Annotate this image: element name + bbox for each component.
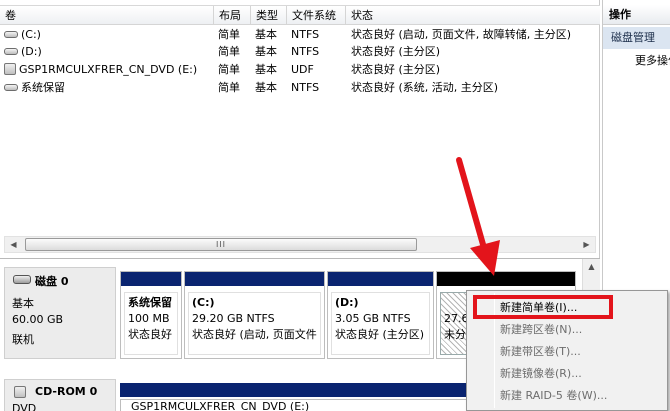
volume-list-pane: 卷 布局 类型 文件系统 状态 (C:) 简单 基本 NTFS 状态良好 (启动… bbox=[0, 0, 600, 258]
disk-0-name: 磁盘 0 bbox=[35, 275, 69, 288]
partition-size: 100 MB bbox=[128, 312, 170, 325]
column-header-filesystem-label: 文件系统 bbox=[292, 9, 336, 22]
cdrom-0-name: CD-ROM 0 bbox=[35, 385, 98, 398]
menu-item-new-raid5-volume: 新建 RAID-5 卷(W)... bbox=[500, 389, 608, 402]
volume-type: 基本 bbox=[255, 63, 277, 76]
column-header-layout[interactable]: 布局 bbox=[214, 6, 251, 25]
partition-c[interactable]: (C:) 29.20 GB NTFS 状态良好 (启动, 页面文件 bbox=[184, 271, 325, 359]
volume-row-c[interactable]: (C:) 简单 基本 NTFS 状态良好 (启动, 页面文件, 故障转储, 主分… bbox=[0, 26, 600, 44]
partition-body: (D:) 3.05 GB NTFS 状态良好 (主分区) bbox=[331, 292, 430, 355]
column-header-volume[interactable]: 卷 bbox=[0, 6, 214, 25]
menu-item-new-spanned-volume: 新建跨区卷(N)... bbox=[500, 323, 583, 336]
volume-layout: 简单 bbox=[218, 63, 240, 76]
horizontal-scrollbar-thumb[interactable]: III bbox=[25, 238, 417, 251]
partition-status: 状态良好 bbox=[128, 328, 172, 341]
volume-status: 状态良好 (主分区) bbox=[351, 63, 441, 76]
volume-row-system-reserved[interactable]: 系统保留 简单 基本 NTFS 状态良好 (系统, 活动, 主分区) bbox=[0, 79, 600, 97]
volume-row-d[interactable]: (D:) 简单 基本 NTFS 状态良好 (主分区) bbox=[0, 43, 600, 61]
disk-0-state: 联机 bbox=[12, 333, 34, 346]
volume-type: 基本 bbox=[255, 45, 277, 58]
scroll-left-arrow-icon[interactable]: ◀ bbox=[5, 237, 22, 252]
partition-bar bbox=[121, 272, 181, 288]
column-header-type[interactable]: 类型 bbox=[251, 6, 287, 25]
volume-name: (D:) bbox=[21, 45, 42, 58]
hard-drive-icon bbox=[4, 47, 18, 55]
partition-d[interactable]: (D:) 3.05 GB NTFS 状态良好 (主分区) bbox=[327, 271, 434, 359]
disk-0-kind: 基本 bbox=[12, 297, 34, 310]
grip-icon: III bbox=[215, 240, 227, 249]
volume-name-cell: (C:) bbox=[4, 26, 214, 44]
volume-status: 状态良好 (主分区) bbox=[351, 45, 441, 58]
action-pane-title: 操作 bbox=[603, 5, 670, 25]
volume-filesystem: NTFS bbox=[291, 45, 320, 58]
volume-type: 基本 bbox=[255, 81, 277, 94]
scroll-up-arrow-icon[interactable]: ▲ bbox=[583, 259, 600, 274]
partition-system-reserved[interactable]: 系统保留 100 MB 状态良好 bbox=[120, 271, 182, 359]
column-header-layout-label: 布局 bbox=[219, 9, 241, 22]
partition-size: 29.20 GB NTFS bbox=[192, 312, 275, 325]
cd-drive-icon bbox=[4, 63, 16, 75]
volume-name-cell: (D:) bbox=[4, 43, 214, 61]
partition-bar bbox=[185, 272, 324, 288]
volume-layout: 简单 bbox=[218, 28, 240, 41]
volume-status: 状态良好 (启动, 页面文件, 故障转储, 主分区) bbox=[351, 28, 572, 41]
partition-name: (D:) bbox=[335, 296, 359, 309]
column-header-volume-label: 卷 bbox=[5, 9, 16, 22]
cdrom-0-kind: DVD bbox=[12, 402, 37, 411]
menu-item-new-simple-volume[interactable]: 新建简单卷(I)... bbox=[469, 297, 665, 319]
volume-type: 基本 bbox=[255, 28, 277, 41]
disk-0-size: 60.00 GB bbox=[12, 313, 64, 326]
volume-name-cell: 系统保留 bbox=[4, 79, 214, 97]
disk-0-header[interactable]: 磁盘 0 基本 60.00 GB 联机 bbox=[4, 267, 116, 359]
cdrom-0-header[interactable]: CD-ROM 0 DVD bbox=[4, 379, 116, 411]
column-header-status[interactable]: 状态 bbox=[346, 6, 600, 25]
volume-name: 系统保留 bbox=[21, 81, 65, 94]
menu-item-new-striped-volume: 新建带区卷(T)... bbox=[500, 345, 581, 358]
volume-filesystem: NTFS bbox=[291, 28, 320, 41]
partition-status: 状态良好 (启动, 页面文件 bbox=[192, 328, 317, 341]
volume-name-cell: GSP1RMCULXFRER_CN_DVD (E:) bbox=[4, 61, 214, 79]
partition-body: (C:) 29.20 GB NTFS 状态良好 (启动, 页面文件 bbox=[188, 292, 321, 355]
cdrom-volume-label: GSP1RMCULXFRER_CN_DVD (E:) bbox=[131, 400, 310, 411]
hard-disk-icon bbox=[13, 275, 31, 284]
volume-layout: 简单 bbox=[218, 81, 240, 94]
context-menu: 新建简单卷(I)... 新建跨区卷(N)... 新建带区卷(T)... 新建镜像… bbox=[466, 290, 668, 411]
volume-name: GSP1RMCULXFRER_CN_DVD (E:) bbox=[19, 63, 198, 76]
volume-layout: 简单 bbox=[218, 45, 240, 58]
volume-filesystem: NTFS bbox=[291, 81, 320, 94]
column-header-status-label: 状态 bbox=[351, 9, 373, 22]
partition-name: (C:) bbox=[192, 296, 215, 309]
volume-status: 状态良好 (系统, 活动, 主分区) bbox=[351, 81, 499, 94]
menu-item-new-mirrored-volume: 新建镜像卷(R)... bbox=[500, 367, 582, 380]
horizontal-scrollbar[interactable]: ◀ III ▶ bbox=[4, 236, 596, 253]
volume-list-header: 卷 布局 类型 文件系统 状态 bbox=[0, 5, 600, 25]
scroll-right-arrow-icon[interactable]: ▶ bbox=[578, 237, 595, 252]
unallocated-bar bbox=[437, 272, 575, 288]
column-header-filesystem[interactable]: 文件系统 bbox=[287, 6, 346, 25]
column-header-type-label: 类型 bbox=[256, 9, 278, 22]
partition-size: 3.05 GB NTFS bbox=[335, 312, 411, 325]
volume-name: (C:) bbox=[21, 28, 41, 41]
more-actions-link[interactable]: 更多操作 bbox=[635, 52, 670, 68]
partition-name: 系统保留 bbox=[128, 296, 172, 309]
partition-body: 系统保留 100 MB 状态良好 bbox=[124, 292, 178, 355]
cd-drive-icon bbox=[14, 386, 26, 398]
volume-row-e[interactable]: GSP1RMCULXFRER_CN_DVD (E:) 简单 基本 UDF 状态良… bbox=[0, 61, 600, 79]
action-section-disk-management[interactable]: 磁盘管理 bbox=[603, 27, 670, 49]
volume-filesystem: UDF bbox=[291, 63, 314, 76]
hard-drive-icon bbox=[4, 83, 18, 91]
partition-status: 状态良好 (主分区) bbox=[335, 328, 425, 341]
partition-bar bbox=[328, 272, 433, 288]
hard-drive-icon bbox=[4, 30, 18, 38]
